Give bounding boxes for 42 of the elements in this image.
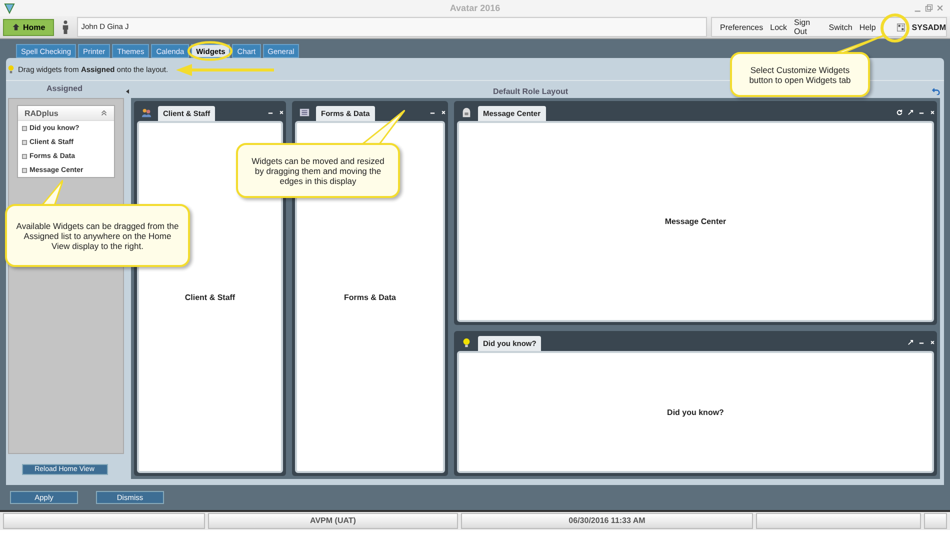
menu-link[interactable]: Switch [828,22,852,32]
collapse-icon[interactable] [100,110,106,116]
expand-icon[interactable] [907,339,914,346]
user-name: SYSADM [912,22,946,32]
widget-label: Forms & Data [344,292,396,302]
group-title: RADplus [24,108,58,118]
callout: Select Customize Widgets button to open Widgets tab [730,52,870,97]
app-logo-icon [4,2,15,14]
status-cell [924,513,947,529]
house-icon [12,23,20,31]
assigned-heading: Assigned [46,84,82,95]
window-title: Avatar 2016 [448,3,502,13]
widget-item-icon [22,154,26,158]
home-button[interactable]: Home [3,18,54,36]
layout-title: Default Role Layout [492,86,570,96]
lightbulb-icon [461,337,472,348]
highlight-ring [880,13,910,43]
widget-item-icon [22,168,26,172]
customize-widgets-icon[interactable] [896,22,905,32]
people-icon [141,107,152,118]
expand-icon[interactable] [907,109,914,116]
widget-label: Message Center [664,217,726,226]
lightbulb-icon [8,64,14,74]
menu-link[interactable]: Preferences [720,22,764,32]
restore-icon[interactable] [925,4,933,12]
person-icon[interactable] [62,20,70,34]
callout: Available Widgets can be dragged from the Assigned list to anywhere on the Home View display to the right. [5,204,190,267]
widget-item-icon [22,126,26,130]
widget-label: Did you know? [667,408,724,416]
collapse-arrow-icon[interactable] [126,88,129,94]
widget-label: Client & Staff [184,292,236,302]
widget-item-icon [22,140,26,144]
status-datetime: 06/30/2016 11:33 AM [461,513,753,529]
undo-icon[interactable] [932,87,940,95]
mailbox-icon [461,107,472,118]
refresh-icon[interactable] [896,109,903,116]
menu-link[interactable]: Help [859,22,876,32]
status-environment: AVPM (UAT) [208,513,458,529]
highlight-ring [187,39,233,63]
form-icon [299,107,310,118]
menu-link[interactable]: Lock [770,22,788,32]
menu-link[interactable]: Sign Out [794,18,822,36]
